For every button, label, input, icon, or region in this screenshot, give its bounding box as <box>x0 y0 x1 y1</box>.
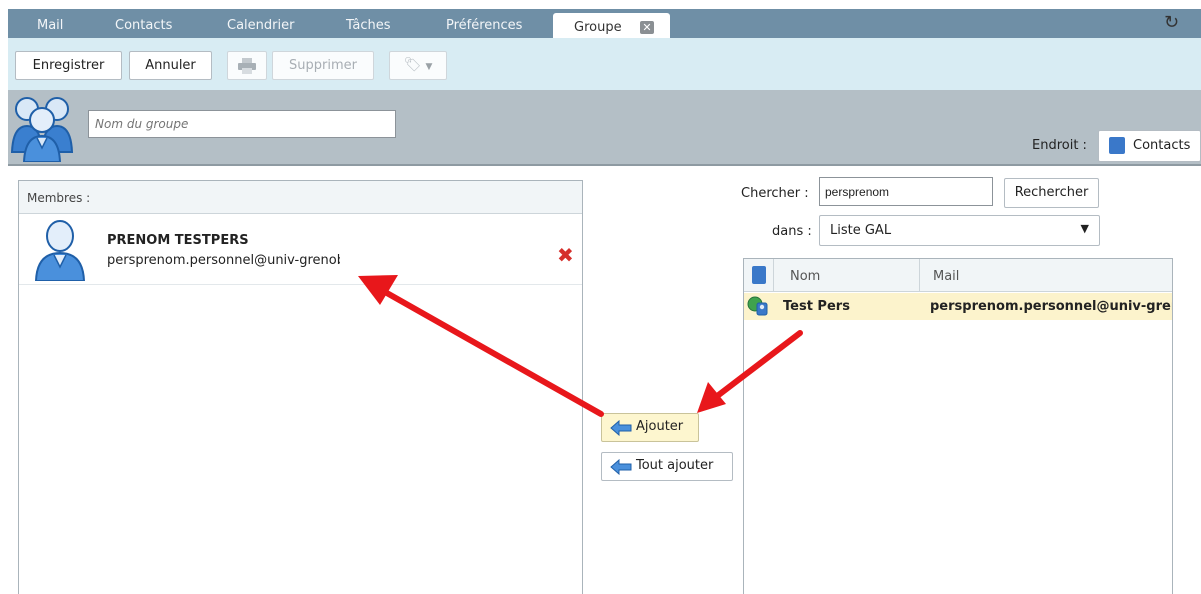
contact-type-icon <box>752 266 766 284</box>
add-button[interactable]: Ajouter <box>601 413 699 442</box>
arrow-left-icon <box>610 459 632 475</box>
result-row[interactable]: Test Pers persprenom.personnel@univ-gren… <box>744 293 1172 320</box>
result-mail: persprenom.personnel@univ-grenoble-alpes… <box>930 299 1172 314</box>
tab-group-label: Groupe <box>574 20 622 35</box>
location-label: Endroit : <box>1032 138 1087 153</box>
add-all-button[interactable]: Tout ajouter <box>601 452 733 481</box>
address-book-icon <box>1109 137 1125 154</box>
cancel-button[interactable]: Annuler <box>129 51 212 80</box>
results-panel: Nom Mail Test Pers persprenom.personnel@… <box>743 258 1173 594</box>
gal-contact-icon <box>747 296 768 316</box>
toolbar: Enregistrer Annuler Supprimer 🏷 ▼ <box>8 38 1201 90</box>
printer-icon <box>238 58 256 74</box>
search-scope-label: dans : <box>772 224 812 239</box>
members-panel: Membres : PRENOM TESTPERS persprenom.per… <box>18 180 583 594</box>
members-header: Membres : <box>19 181 582 214</box>
search-label: Chercher : <box>741 186 809 201</box>
tag-button[interactable]: 🏷 ▼ <box>389 51 447 80</box>
tag-icon: 🏷 <box>403 57 422 73</box>
person-icon <box>34 220 86 281</box>
tab-preferences[interactable]: Préférences <box>446 18 522 33</box>
search-input[interactable] <box>819 177 993 206</box>
members-label: Membres : <box>27 191 91 205</box>
arrow-left-icon <box>610 420 632 436</box>
refresh-icon[interactable]: ↻ <box>1164 14 1179 32</box>
member-email: persprenom.personnel@univ-grenoble-alpes… <box>107 253 340 268</box>
search-scope-select[interactable]: Liste GAL ▼ <box>819 215 1100 246</box>
member-row[interactable]: PRENOM TESTPERS persprenom.personnel@uni… <box>19 215 582 285</box>
chevron-down-icon: ▼ <box>1080 222 1089 235</box>
tab-group[interactable]: Groupe ✕ <box>553 13 670 39</box>
group-name-input[interactable] <box>88 110 396 138</box>
remove-member-icon[interactable]: ✖ <box>557 245 574 265</box>
results-header: Nom Mail <box>744 259 1172 292</box>
save-button[interactable]: Enregistrer <box>15 51 122 80</box>
location-selector[interactable]: Contacts <box>1098 130 1201 162</box>
column-header-name[interactable]: Nom <box>790 269 820 284</box>
member-name: PRENOM TESTPERS <box>107 233 249 248</box>
tab-contacts[interactable]: Contacts <box>115 18 172 33</box>
group-header: Endroit : Contacts <box>8 90 1201 166</box>
result-name: Test Pers <box>783 299 850 314</box>
tab-tasks[interactable]: Tâches <box>346 18 391 33</box>
close-tab-icon[interactable]: ✕ <box>640 21 654 34</box>
delete-button[interactable]: Supprimer <box>272 51 374 80</box>
add-button-label: Ajouter <box>636 419 684 434</box>
chevron-down-icon: ▼ <box>425 62 433 72</box>
column-header-mail[interactable]: Mail <box>933 269 959 284</box>
group-avatar-icon <box>10 97 74 162</box>
tab-mail[interactable]: Mail <box>37 18 63 33</box>
column-divider <box>773 259 774 292</box>
tab-calendar[interactable]: Calendrier <box>227 18 294 33</box>
app-tab-bar: Mail Contacts Calendrier Tâches Préféren… <box>0 0 1201 39</box>
add-all-button-label: Tout ajouter <box>636 458 714 473</box>
location-value: Contacts <box>1133 138 1191 153</box>
search-button[interactable]: Rechercher <box>1004 178 1099 208</box>
print-button[interactable] <box>227 51 267 80</box>
search-scope-value: Liste GAL <box>830 223 892 238</box>
column-divider <box>919 259 920 292</box>
